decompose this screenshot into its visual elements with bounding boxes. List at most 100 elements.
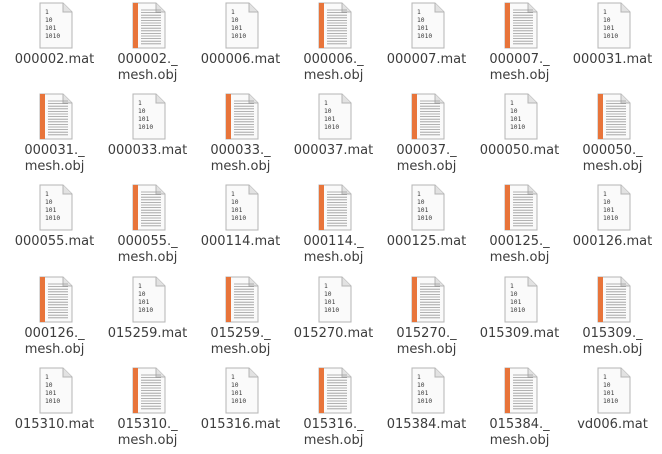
file-item[interactable]: 1 10 101 1010 000126.mat xyxy=(566,184,659,274)
binary-digits: 1010 xyxy=(231,398,246,405)
binary-digits: 10 xyxy=(231,382,239,389)
text-document-icon xyxy=(408,276,446,324)
binary-digits: 1010 xyxy=(510,124,525,131)
file-item[interactable]: 1 10 101 1010 000007.mat xyxy=(380,2,473,92)
file-item[interactable]: 015270._ mesh.obj xyxy=(380,276,473,366)
binary-digits: 1 xyxy=(417,374,421,381)
text-document-icon xyxy=(501,367,539,415)
file-name-label: 015316._ mesh.obj xyxy=(303,417,364,448)
binary-digits: 1 xyxy=(324,283,328,290)
binary-digits: 10 xyxy=(603,199,611,206)
file-item[interactable]: 1 10 101 1010 015316.mat xyxy=(194,367,287,454)
text-document-icon xyxy=(594,93,632,141)
binary-digits: 10 xyxy=(45,199,53,206)
text-document-icon xyxy=(129,367,167,415)
binary-digits: 1 xyxy=(603,191,607,198)
binary-digits: 10 xyxy=(324,291,332,298)
file-item[interactable]: 1 10 101 1010 000125.mat xyxy=(380,184,473,274)
file-item[interactable]: 000125._ mesh.obj xyxy=(473,184,566,274)
file-name-label: 000125._ mesh.obj xyxy=(489,234,550,265)
file-item[interactable]: 000126._ mesh.obj xyxy=(8,276,101,366)
file-item[interactable]: 1 10 101 1010 000033.mat xyxy=(101,93,194,183)
binary-digits: 1 xyxy=(603,374,607,381)
file-name-label: 000125.mat xyxy=(386,234,467,249)
file-name-label: 000055._ mesh.obj xyxy=(117,234,178,265)
file-item[interactable]: 1 10 101 1010 000031.mat xyxy=(566,2,659,92)
binary-digits: 10 xyxy=(231,199,239,206)
binary-digits: 1010 xyxy=(231,215,246,222)
file-item[interactable]: 000007._ mesh.obj xyxy=(473,2,566,92)
file-name-label: vd006.mat xyxy=(577,417,648,432)
binary-digits: 1010 xyxy=(510,307,525,314)
file-item[interactable]: 015259._ mesh.obj xyxy=(194,276,287,366)
file-name-label: 000031.mat xyxy=(572,52,653,67)
file-name-label: 015270._ mesh.obj xyxy=(396,326,457,357)
binary-digits: 1010 xyxy=(417,215,432,222)
binary-digits: 10 xyxy=(231,17,239,24)
binary-digits: 101 xyxy=(417,390,429,397)
binary-digits: 101 xyxy=(603,25,615,32)
binary-digits: 101 xyxy=(324,116,336,123)
file-item[interactable]: 1 10 101 1010 vd006.mat xyxy=(566,367,659,454)
text-document-icon xyxy=(315,2,353,50)
file-item[interactable]: 000055._ mesh.obj xyxy=(101,184,194,274)
text-document-icon xyxy=(36,276,74,324)
binary-digits: 1010 xyxy=(45,215,60,222)
binary-digits: 101 xyxy=(603,390,615,397)
file-item[interactable]: 1 10 101 1010 000050.mat xyxy=(473,93,566,183)
file-item[interactable]: 000006._ mesh.obj xyxy=(287,2,380,92)
binary-digits: 1010 xyxy=(231,33,246,40)
file-item[interactable]: 000033._ mesh.obj xyxy=(194,93,287,183)
file-item[interactable]: 1 10 101 1010 000114.mat xyxy=(194,184,287,274)
file-item[interactable]: 015316._ mesh.obj xyxy=(287,367,380,454)
file-grid: 1 10 101 1010 000002.mat 000002._ mesh.obj 1 10… xyxy=(0,0,662,454)
binary-digits: 10 xyxy=(45,17,53,24)
file-name-label: 000007.mat xyxy=(386,52,467,67)
binary-digits: 1010 xyxy=(138,307,153,314)
binary-file-icon: 1 10 101 1010 xyxy=(129,93,167,141)
file-item[interactable]: 000037._ mesh.obj xyxy=(380,93,473,183)
file-item[interactable]: 1 10 101 1010 015270.mat xyxy=(287,276,380,366)
binary-file-icon: 1 10 101 1010 xyxy=(36,184,74,232)
binary-file-icon: 1 10 101 1010 xyxy=(315,276,353,324)
file-item[interactable]: 1 10 101 1010 000002.mat xyxy=(8,2,101,92)
binary-file-icon: 1 10 101 1010 xyxy=(501,93,539,141)
file-item[interactable]: 000002._ mesh.obj xyxy=(101,2,194,92)
binary-file-icon: 1 10 101 1010 xyxy=(594,184,632,232)
file-item[interactable]: 1 10 101 1010 000006.mat xyxy=(194,2,287,92)
file-item[interactable]: 000114._ mesh.obj xyxy=(287,184,380,274)
text-document-icon xyxy=(594,276,632,324)
file-name-label: 015309._ mesh.obj xyxy=(582,326,643,357)
file-name-label: 015309.mat xyxy=(479,326,560,341)
file-item[interactable]: 1 10 101 1010 000037.mat xyxy=(287,93,380,183)
text-document-icon xyxy=(315,367,353,415)
binary-file-icon: 1 10 101 1010 xyxy=(594,2,632,50)
file-item[interactable]: 1 10 101 1010 000055.mat xyxy=(8,184,101,274)
file-item[interactable]: 015309._ mesh.obj xyxy=(566,276,659,366)
text-document-icon xyxy=(36,93,74,141)
binary-digits: 1010 xyxy=(417,398,432,405)
binary-file-icon: 1 10 101 1010 xyxy=(222,184,260,232)
file-item[interactable]: 1 10 101 1010 015259.mat xyxy=(101,276,194,366)
binary-digits: 1 xyxy=(45,9,49,16)
binary-digits: 1 xyxy=(231,191,235,198)
file-item[interactable]: 015384._ mesh.obj xyxy=(473,367,566,454)
file-item[interactable]: 000031._ mesh.obj xyxy=(8,93,101,183)
file-name-label: 000006.mat xyxy=(200,52,281,67)
file-item[interactable]: 1 10 101 1010 015309.mat xyxy=(473,276,566,366)
file-item[interactable]: 1 10 101 1010 015310.mat xyxy=(8,367,101,454)
binary-file-icon: 1 10 101 1010 xyxy=(315,93,353,141)
binary-digits: 1010 xyxy=(603,33,618,40)
binary-digits: 10 xyxy=(603,17,611,24)
file-name-label: 015384.mat xyxy=(386,417,467,432)
file-name-label: 000114._ mesh.obj xyxy=(303,234,364,265)
file-item[interactable]: 1 10 101 1010 015384.mat xyxy=(380,367,473,454)
binary-digits: 10 xyxy=(510,108,518,115)
binary-file-icon: 1 10 101 1010 xyxy=(501,276,539,324)
file-item[interactable]: 015310._ mesh.obj xyxy=(101,367,194,454)
binary-digits: 101 xyxy=(417,207,429,214)
binary-digits: 101 xyxy=(231,207,243,214)
file-item[interactable]: 000050._ mesh.obj xyxy=(566,93,659,183)
binary-digits: 1 xyxy=(417,9,421,16)
file-name-label: 015270.mat xyxy=(293,326,374,341)
